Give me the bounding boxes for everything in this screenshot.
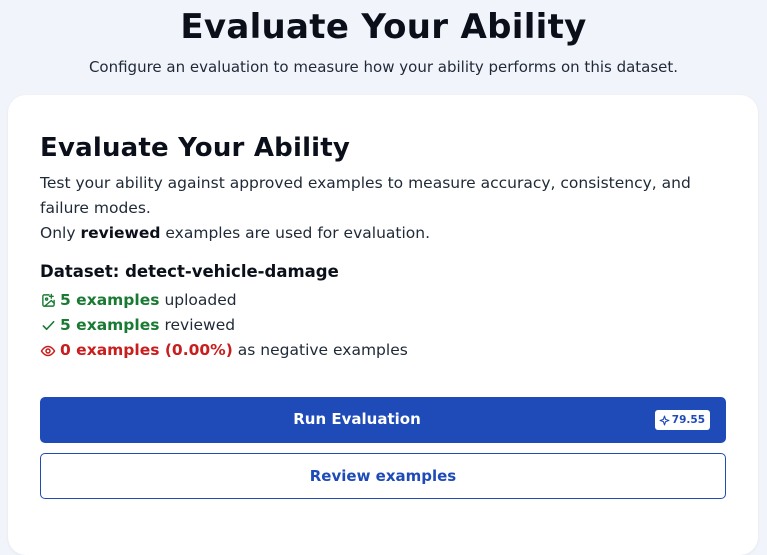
run-evaluation-button[interactable]: Run Evaluation 79.55 <box>40 397 726 443</box>
negative-label: as negative examples <box>237 341 408 359</box>
note-emphasis: reviewed <box>80 224 161 242</box>
review-examples-button[interactable]: Review examples <box>40 453 726 499</box>
note-suffix: examples are used for evaluation. <box>165 224 431 242</box>
page-title: Evaluate Your Ability <box>180 7 587 47</box>
dataset-title: Dataset: detect-vehicle-damage <box>40 262 339 281</box>
image-upload-icon <box>40 293 56 309</box>
check-icon <box>40 318 56 334</box>
sparkle-icon <box>659 415 670 426</box>
stat-negative: 0 examples (0.00%) as negative examples <box>40 338 408 363</box>
negative-count: 0 examples (0.00%) <box>60 341 233 359</box>
credits-badge: 79.55 <box>654 410 710 430</box>
card-description: Test your ability against approved examp… <box>40 174 691 217</box>
stat-uploaded: 5 examples uploaded <box>40 288 237 313</box>
eye-icon <box>40 343 56 359</box>
note-prefix: Only <box>40 224 76 242</box>
stat-reviewed: 5 examples reviewed <box>40 313 235 338</box>
uploaded-label: uploaded <box>164 291 237 309</box>
evaluation-note: Only reviewed examples are used for eval… <box>40 221 430 246</box>
run-evaluation-label: Run Evaluation <box>293 410 421 428</box>
reviewed-count: 5 examples <box>60 316 160 334</box>
credits-value: 79.55 <box>671 414 705 426</box>
page-subtitle: Configure an evaluation to measure how y… <box>88 58 679 76</box>
uploaded-count: 5 examples <box>60 291 160 309</box>
evaluation-card: Evaluate Your Ability Test your ability … <box>8 95 758 555</box>
card-title: Evaluate Your Ability <box>40 133 351 163</box>
reviewed-label: reviewed <box>164 316 236 334</box>
